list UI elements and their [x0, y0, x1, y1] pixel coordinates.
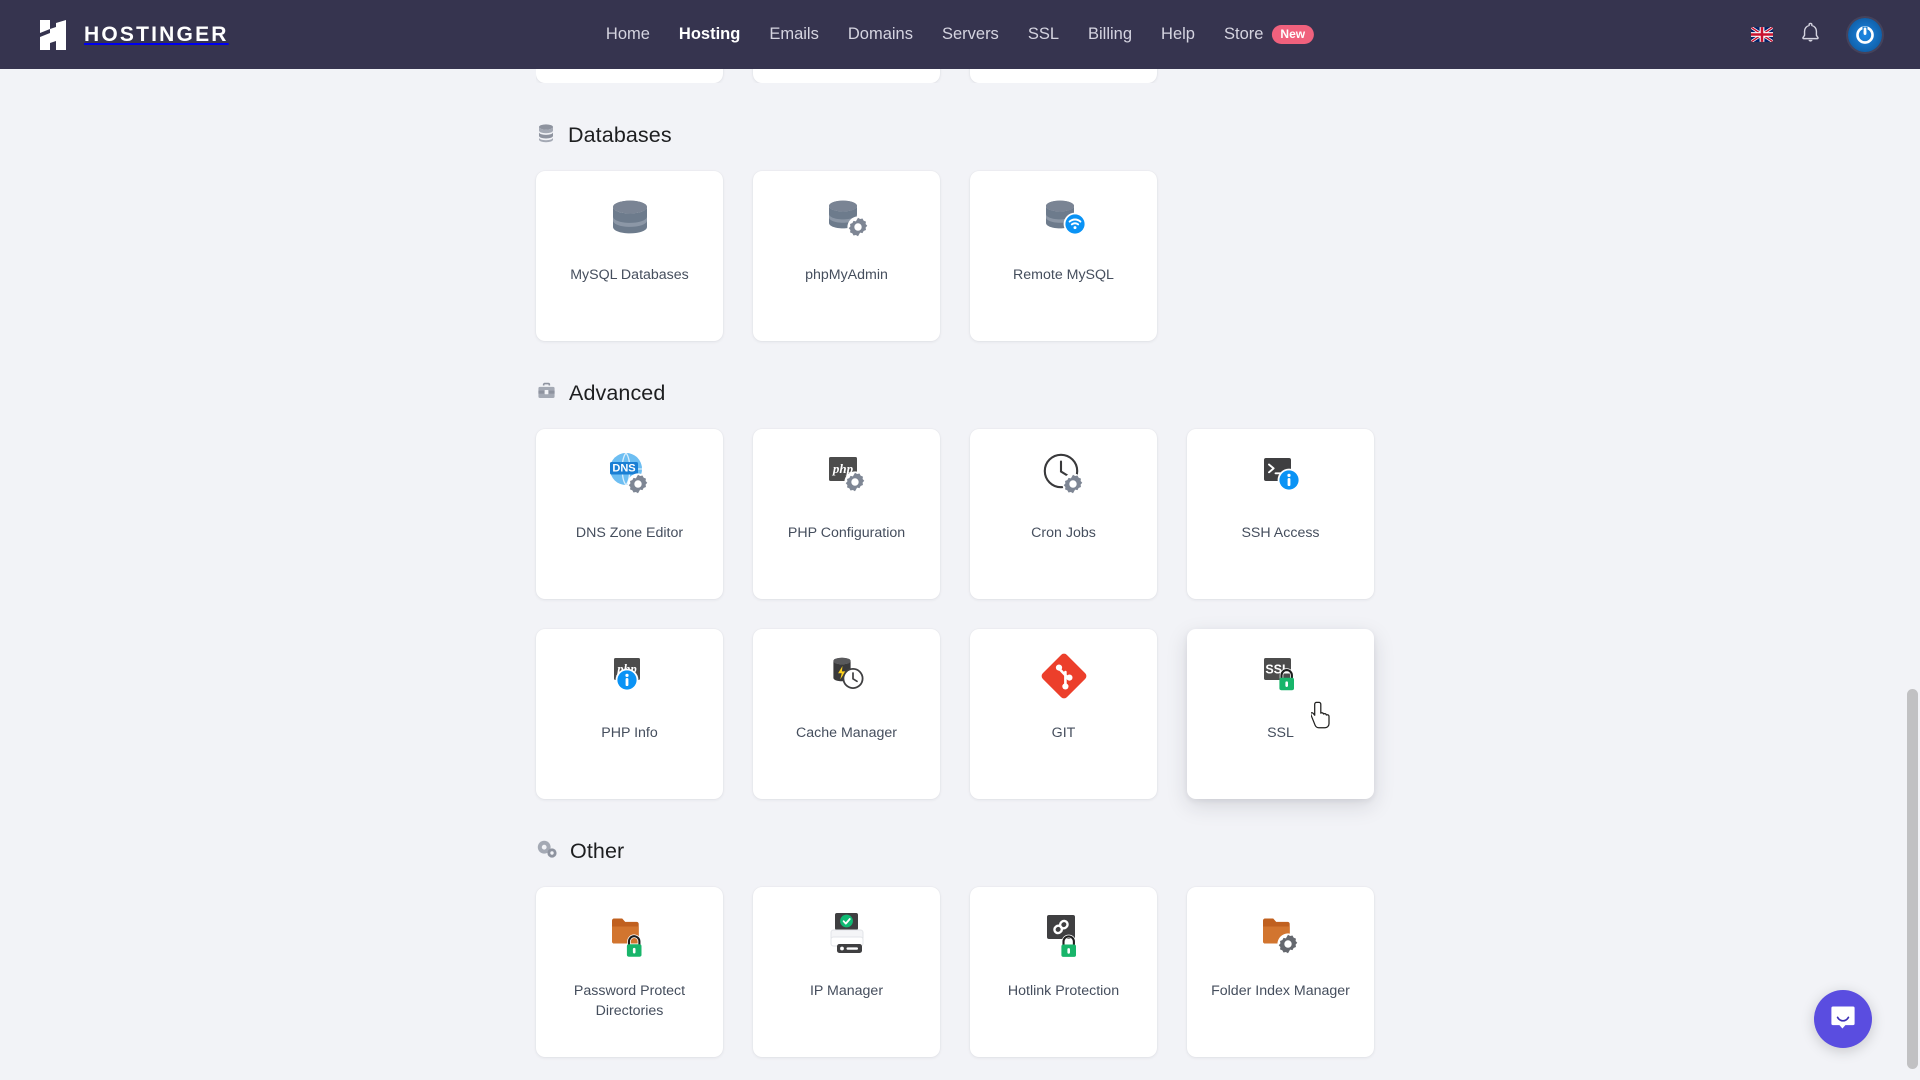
card-label: Password Protect Directories	[573, 983, 686, 1019]
card-grid-other: Password Protect Directories IP Manager …	[536, 887, 1384, 1057]
hostinger-h-logo-icon	[38, 18, 68, 52]
uk-flag-icon[interactable]	[1751, 27, 1773, 42]
php-gear-icon: php	[753, 429, 940, 523]
php-info-icon: php	[536, 629, 723, 723]
clipped-card[interactable]	[753, 69, 940, 83]
card-label: MySQL Databases	[570, 267, 689, 283]
toolbox-icon	[537, 382, 556, 405]
brand-logo-link[interactable]: HOSTINGER	[38, 18, 229, 52]
card-label: DNS Zone Editor	[575, 525, 684, 541]
card-grid-databases: MySQL Databases phpMyAdmin Remote MySQL	[536, 171, 1384, 341]
nav-item-ssl[interactable]: SSL	[1028, 19, 1059, 50]
section-advanced: Advanced DNS DNS Zone Editor php PHP Con…	[536, 381, 1384, 799]
card-label: SSH Access	[1241, 525, 1320, 541]
card-php-info[interactable]: php PHP Info	[536, 629, 723, 799]
gears-icon	[537, 840, 557, 863]
section-databases: Databases MySQL Databases phpMyAdmin Rem…	[536, 123, 1384, 341]
intercom-chat-icon	[1828, 1002, 1858, 1037]
card-dns-zone-editor[interactable]: DNS DNS Zone Editor	[536, 429, 723, 599]
nav-item-help[interactable]: Help	[1161, 19, 1195, 50]
user-avatar[interactable]	[1848, 17, 1882, 52]
database-stack-icon	[537, 123, 555, 148]
dns-globe-gear-icon: DNS	[536, 429, 723, 523]
section-header: Databases	[536, 123, 1384, 148]
card-label: Folder Index Manager	[1211, 983, 1350, 999]
card-label: Cache Manager	[796, 725, 897, 741]
card-phpmyadmin[interactable]: phpMyAdmin	[753, 171, 940, 341]
nav-item-store[interactable]: Store	[1224, 19, 1263, 50]
folder-gear-icon	[1187, 887, 1374, 981]
nav-item-billing[interactable]: Billing	[1088, 19, 1132, 50]
link-lock-icon	[970, 887, 1157, 981]
database-gear-icon	[753, 171, 940, 265]
card-ip-manager[interactable]: IP Manager	[753, 887, 940, 1057]
nav-item-hosting[interactable]: Hosting	[679, 19, 740, 50]
store-new-badge: New	[1271, 25, 1315, 44]
database-cylinder-icon	[536, 171, 723, 265]
card-label: PHP Info	[601, 725, 658, 741]
database-wifi-icon	[970, 171, 1157, 265]
page-scrollbar-track[interactable]	[1905, 69, 1920, 1080]
card-label: SSL	[1267, 725, 1294, 741]
card-remote-mysql[interactable]: Remote MySQL	[970, 171, 1157, 341]
card-git[interactable]: GIT	[970, 629, 1157, 799]
section-title: Other	[570, 839, 625, 863]
monitor-server-check-icon	[753, 887, 940, 981]
nav-item-domains[interactable]: Domains	[848, 19, 913, 50]
card-label: PHP Configuration	[787, 525, 906, 541]
nav-item-emails[interactable]: Emails	[769, 19, 819, 50]
brand-name: HOSTINGER	[84, 22, 229, 46]
card-label: Cron Jobs	[1031, 525, 1096, 541]
page-scroll-area: Databases MySQL Databases phpMyAdmin Rem…	[0, 69, 1920, 1080]
card-folder-index-manager[interactable]: Folder Index Manager	[1187, 887, 1374, 1057]
section-header: Advanced	[536, 381, 1384, 406]
svg-text:DNS: DNS	[612, 463, 635, 475]
card-ssl[interactable]: SSL SSL	[1187, 629, 1374, 799]
nav-item-servers[interactable]: Servers	[942, 19, 999, 50]
nav-right-actions	[1751, 17, 1882, 52]
card-label: GIT	[1051, 725, 1076, 741]
content-column: Databases MySQL Databases phpMyAdmin Rem…	[536, 69, 1384, 1080]
card-label: IP Manager	[809, 983, 884, 999]
card-cache-manager[interactable]: Cache Manager	[753, 629, 940, 799]
intercom-chat-launcher[interactable]	[1814, 990, 1872, 1048]
ssl-lock-icon: SSL	[1187, 629, 1374, 723]
clipped-card[interactable]	[536, 69, 723, 83]
main-nav: Home Hosting Emails Domains Servers SSL …	[606, 19, 1315, 50]
git-diamond-icon	[970, 629, 1157, 723]
nav-item-store-wrapper: Store New	[1224, 19, 1315, 50]
card-label: Remote MySQL	[1013, 267, 1114, 283]
top-navigation-bar: HOSTINGER Home Hosting Emails Domains Se…	[0, 0, 1920, 69]
card-cron-jobs[interactable]: Cron Jobs	[970, 429, 1157, 599]
card-hotlink-protection[interactable]: Hotlink Protection	[970, 887, 1157, 1057]
card-ssh-access[interactable]: SSH Access	[1187, 429, 1374, 599]
clipped-card[interactable]	[970, 69, 1157, 83]
clock-gear-icon	[970, 429, 1157, 523]
section-title: Advanced	[569, 381, 666, 405]
page-scrollbar-thumb[interactable]	[1907, 689, 1918, 1069]
section-header: Other	[536, 839, 1384, 864]
card-mysql-databases[interactable]: MySQL Databases	[536, 171, 723, 341]
clipped-card-row-top	[536, 69, 1384, 83]
card-label: phpMyAdmin	[805, 267, 888, 283]
folder-lock-icon	[536, 887, 723, 981]
card-password-protect-directories[interactable]: Password Protect Directories	[536, 887, 723, 1057]
section-other: Other Password Protect Directories IP Ma…	[536, 839, 1384, 1057]
cache-bolt-clock-icon	[753, 629, 940, 723]
section-title: Databases	[568, 123, 672, 147]
card-grid-advanced: DNS DNS Zone Editor php PHP Configuratio…	[536, 429, 1384, 799]
card-label: Hotlink Protection	[1007, 983, 1120, 999]
nav-item-home[interactable]: Home	[606, 19, 650, 50]
card-php-configuration[interactable]: php PHP Configuration	[753, 429, 940, 599]
terminal-info-icon	[1187, 429, 1374, 523]
notifications-bell-icon[interactable]	[1800, 21, 1821, 49]
